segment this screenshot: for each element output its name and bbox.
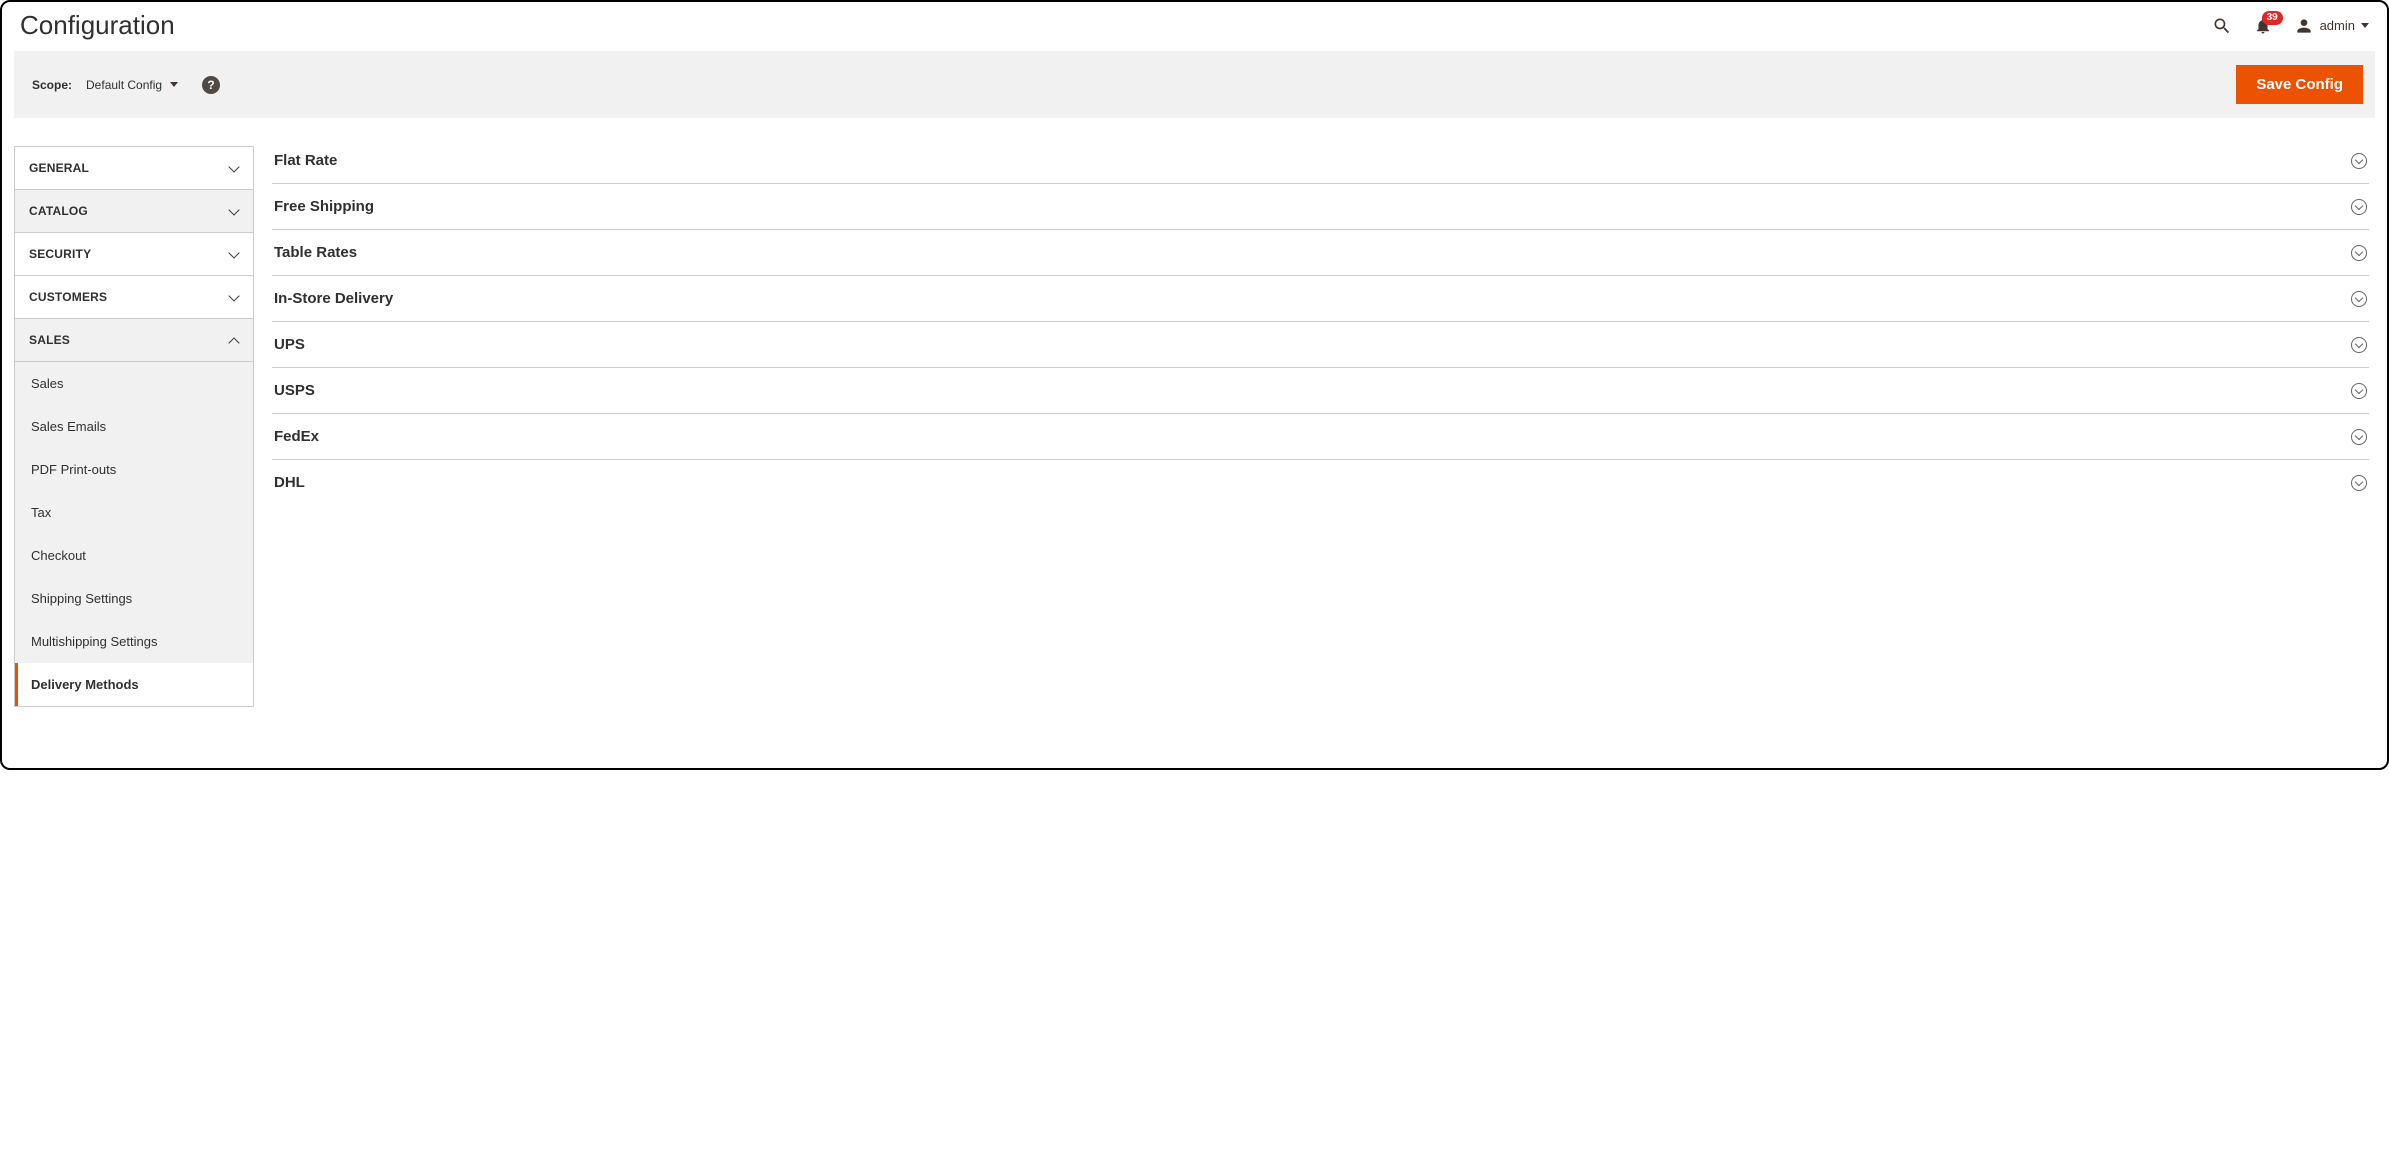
chevron-down-icon — [229, 292, 239, 302]
section-free-shipping[interactable]: Free Shipping — [272, 184, 2369, 230]
search-icon[interactable] — [2212, 16, 2232, 36]
section-title: In-Store Delivery — [274, 290, 393, 307]
expand-icon — [2351, 383, 2367, 399]
sidebar-item-multishipping-settings[interactable]: Multishipping Settings — [15, 620, 253, 663]
sidebar-item-tax[interactable]: Tax — [15, 491, 253, 534]
save-config-button[interactable]: Save Config — [2236, 65, 2363, 104]
expand-icon — [2351, 245, 2367, 261]
page-title: Configuration — [20, 10, 175, 41]
sidebar-item-sales[interactable]: Sales — [15, 362, 253, 405]
scope-left: Scope: Default Config ? — [26, 76, 220, 94]
scope-selected-value: Default Config — [86, 78, 162, 92]
chevron-down-icon — [229, 163, 239, 173]
content-wrapper: GENERAL CATALOG SECURITY CUSTOMERS SALES… — [2, 118, 2387, 719]
expand-icon — [2351, 429, 2367, 445]
sidebar-tab-general[interactable]: GENERAL — [15, 147, 253, 190]
expand-icon — [2351, 337, 2367, 353]
section-title: Table Rates — [274, 244, 357, 261]
caret-down-icon — [2361, 23, 2369, 28]
sidebar-tab-catalog[interactable]: CATALOG — [15, 190, 253, 233]
notifications-icon[interactable]: 39 — [2254, 17, 2272, 35]
section-usps[interactable]: USPS — [272, 368, 2369, 414]
chevron-down-icon — [229, 249, 239, 259]
section-dhl[interactable]: DHL — [272, 460, 2369, 505]
sidebar-tab-customers[interactable]: CUSTOMERS — [15, 276, 253, 319]
chevron-up-icon — [229, 335, 239, 345]
sidebar-item-sales-emails[interactable]: Sales Emails — [15, 405, 253, 448]
user-icon — [2294, 16, 2314, 36]
sidebar-item-delivery-methods[interactable]: Delivery Methods — [15, 663, 253, 706]
scope-label: Scope: — [32, 78, 72, 92]
scope-selector[interactable]: Default Config — [86, 78, 178, 92]
expand-icon — [2351, 153, 2367, 169]
page-header: Configuration 39 admin — [2, 2, 2387, 51]
main-panel: Flat Rate Free Shipping Table Rates In-S… — [272, 146, 2375, 707]
sidebar-tab-label: CUSTOMERS — [29, 290, 107, 304]
section-title: FedEx — [274, 428, 319, 445]
section-title: USPS — [274, 382, 315, 399]
section-title: DHL — [274, 474, 305, 491]
section-title: Flat Rate — [274, 152, 337, 169]
sidebar-item-pdf-printouts[interactable]: PDF Print-outs — [15, 448, 253, 491]
config-sidebar: GENERAL CATALOG SECURITY CUSTOMERS SALES… — [14, 146, 254, 707]
notification-badge: 39 — [2262, 11, 2283, 25]
sidebar-tab-label: SECURITY — [29, 247, 91, 261]
section-flat-rate[interactable]: Flat Rate — [272, 146, 2369, 184]
sidebar-tab-sales[interactable]: SALES — [15, 319, 253, 362]
expand-icon — [2351, 291, 2367, 307]
sidebar-item-checkout[interactable]: Checkout — [15, 534, 253, 577]
sales-subitems: Sales Sales Emails PDF Print-outs Tax Ch… — [15, 362, 253, 706]
caret-down-icon — [170, 82, 178, 87]
user-name-label: admin — [2320, 18, 2355, 33]
expand-icon — [2351, 199, 2367, 215]
sidebar-tab-label: CATALOG — [29, 204, 88, 218]
header-actions: 39 admin — [2212, 16, 2369, 36]
chevron-down-icon — [229, 206, 239, 216]
sidebar-item-shipping-settings[interactable]: Shipping Settings — [15, 577, 253, 620]
section-title: UPS — [274, 336, 305, 353]
sidebar-tab-label: SALES — [29, 333, 70, 347]
section-table-rates[interactable]: Table Rates — [272, 230, 2369, 276]
expand-icon — [2351, 475, 2367, 491]
sidebar-tab-label: GENERAL — [29, 161, 89, 175]
help-icon[interactable]: ? — [202, 76, 220, 94]
section-title: Free Shipping — [274, 198, 374, 215]
scope-bar: Scope: Default Config ? Save Config — [14, 51, 2375, 118]
user-menu[interactable]: admin — [2294, 16, 2369, 36]
section-in-store-delivery[interactable]: In-Store Delivery — [272, 276, 2369, 322]
section-fedex[interactable]: FedEx — [272, 414, 2369, 460]
sidebar-tab-security[interactable]: SECURITY — [15, 233, 253, 276]
section-ups[interactable]: UPS — [272, 322, 2369, 368]
